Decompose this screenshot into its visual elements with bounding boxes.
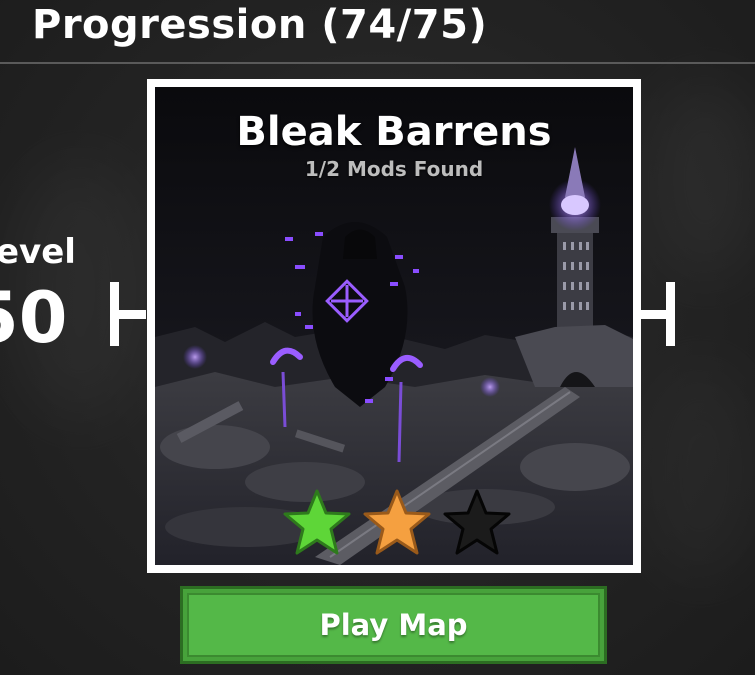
star-rating [281,487,521,557]
star-icon-locked [443,489,511,555]
track-connector-left [110,282,146,346]
map-card[interactable]: Bleak Barrens 1/2 Mods Found [147,79,641,573]
background-blob [640,360,755,580]
progression-header: Progression (74/75) [0,0,755,64]
mods-found-count: 1/2 Mods Found [304,157,484,181]
level-value: 50 [0,277,68,359]
play-map-button[interactable]: Play Map [180,586,607,664]
progression-title: Progression (74/75) [32,2,488,48]
play-map-button-face[interactable]: Play Map [187,593,600,657]
star-icon-earned-green [283,489,351,555]
track-connector-right [636,282,675,346]
star-icon-earned-orange [363,489,431,555]
play-map-label: Play Map [319,608,468,642]
background-blob [650,80,755,280]
level-label: evel [0,232,76,272]
map-name: Bleak Barrens [236,109,552,155]
